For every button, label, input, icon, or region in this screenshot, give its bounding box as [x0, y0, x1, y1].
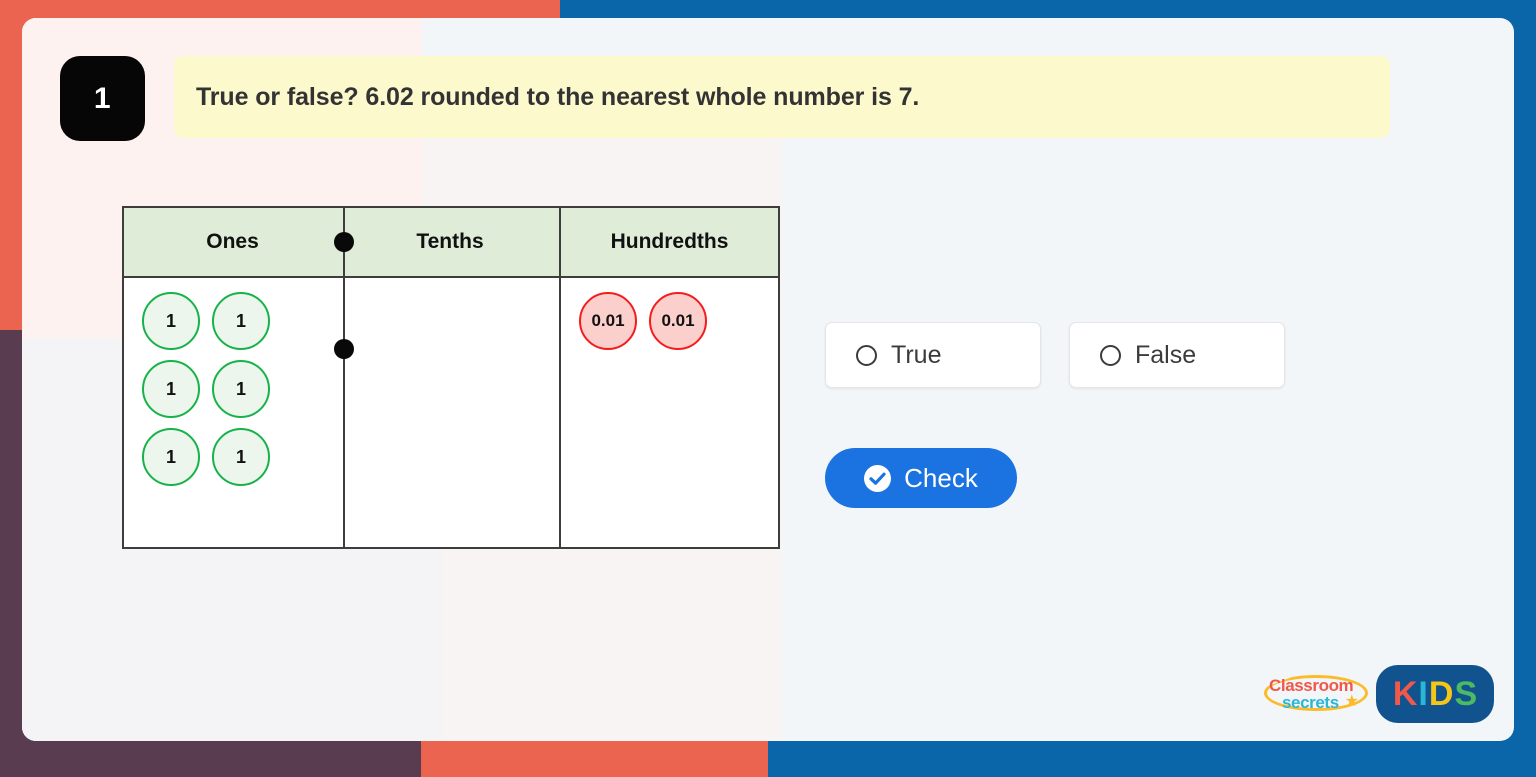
kids-logo: K I D S [1376, 665, 1494, 723]
question-card: 1 True or false? 6.02 rounded to the nea… [22, 18, 1514, 741]
ones-counter-grid: 1 1 1 1 1 1 [142, 292, 302, 486]
place-value-table: Ones Tenths Hundredths 1 1 1 1 1 1 0.01 … [122, 206, 780, 549]
decimal-point-icon [334, 339, 354, 359]
radio-icon[interactable] [856, 344, 877, 366]
ones-counter: 1 [212, 360, 270, 418]
ones-counter: 1 [142, 428, 200, 486]
question-banner: True or false? 6.02 rounded to the neare… [174, 56, 1390, 138]
check-button[interactable]: Check [825, 448, 1017, 508]
question-number-badge: 1 [60, 56, 145, 141]
table-body-row: 1 1 1 1 1 1 0.01 0.01 [124, 278, 778, 549]
table-cell-hundredths: 0.01 0.01 [559, 278, 778, 549]
question-text: True or false? 6.02 rounded to the neare… [196, 82, 920, 111]
kids-letter-s: S [1454, 674, 1478, 713]
hundredths-counter: 0.01 [649, 292, 707, 350]
radio-icon[interactable] [1100, 344, 1121, 366]
table-header-ones: Ones [206, 230, 259, 253]
kids-letter-i: I [1418, 674, 1428, 713]
ones-counter: 1 [212, 428, 270, 486]
decimal-divider-line [343, 208, 345, 547]
ones-counter: 1 [212, 292, 270, 350]
ones-counter: 1 [142, 360, 200, 418]
check-circle-icon [864, 464, 892, 492]
decimal-point-icon [334, 232, 354, 252]
slide-screen: 1 True or false? 6.02 rounded to the nea… [0, 0, 1536, 777]
table-header-tenths: Tenths [416, 230, 484, 253]
answer-options: True False [825, 322, 1285, 388]
kids-letter-k: K [1392, 674, 1418, 713]
hundredths-counter: 0.01 [579, 292, 637, 350]
answer-option-true[interactable]: True [825, 322, 1041, 388]
table-header-hundredths: Hundredths [559, 208, 778, 276]
answer-option-true-label: True [891, 340, 942, 369]
table-cell-tenths [341, 278, 559, 549]
answer-option-false[interactable]: False [1069, 322, 1285, 388]
table-cell-ones: 1 1 1 1 1 1 [124, 278, 341, 549]
frame-coral-bottom-bar [421, 741, 768, 777]
hundredths-counter-grid: 0.01 0.01 [579, 292, 739, 350]
question-number-label: 1 [93, 81, 112, 115]
check-button-label: Check [904, 462, 978, 493]
branding-logos: Classroom secrets ★ K I D S [1264, 665, 1494, 723]
logo-star-icon: ★ [1344, 693, 1359, 710]
ones-counter: 1 [142, 292, 200, 350]
frame-purple-bottom-bar [0, 741, 421, 777]
classroom-secrets-logo: Classroom secrets ★ [1264, 673, 1368, 715]
table-header-row: Ones Tenths Hundredths [124, 208, 778, 278]
kids-letter-d: D [1428, 674, 1454, 713]
logo-secrets-text: secrets [1282, 693, 1339, 712]
answer-option-false-label: False [1135, 340, 1197, 369]
